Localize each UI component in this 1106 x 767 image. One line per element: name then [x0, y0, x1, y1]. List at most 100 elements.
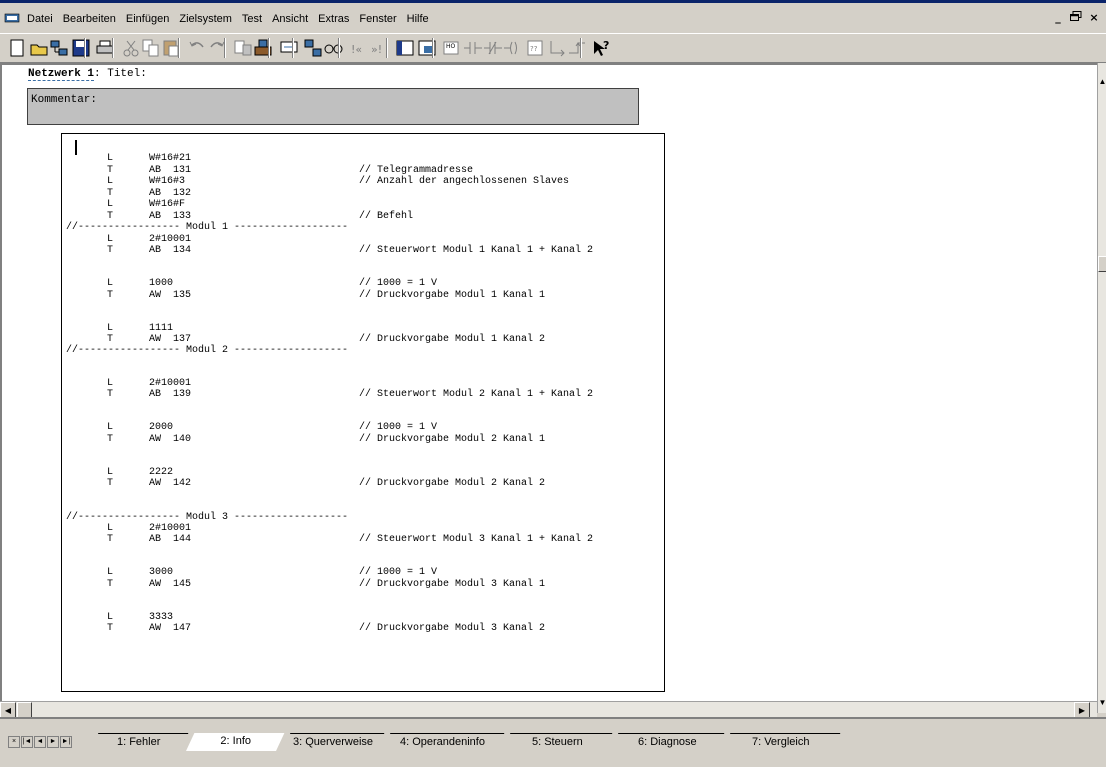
tab-fehler[interactable]: 1: Fehler	[90, 733, 189, 751]
box-icon[interactable]: ??	[524, 37, 546, 59]
undo-icon[interactable]	[186, 37, 208, 59]
code-line[interactable]: L 2#10001	[62, 234, 666, 245]
glasses-icon[interactable]	[322, 37, 344, 59]
menu-einf-gen[interactable]: Einfügen	[121, 12, 174, 26]
code-line[interactable]: L W#16#F	[62, 199, 666, 210]
menu-datei[interactable]: Datei	[22, 12, 58, 26]
code-line[interactable]: L 2222	[62, 467, 666, 478]
line-comment: // 1000 = 1 V	[359, 278, 438, 289]
code-line[interactable]: T AW 140 // Druckvorgabe Modul 2 Kanal 1	[62, 434, 666, 445]
first-icon[interactable]: !«	[348, 37, 370, 59]
code-line[interactable]: L 3333	[62, 612, 666, 623]
code-line[interactable]: L W#16#21	[62, 153, 666, 164]
code-line[interactable]: L 2#10001	[62, 523, 666, 534]
scroll-down-icon[interactable]: ▼	[1098, 696, 1106, 710]
line-comment: // Anzahl der angechlossenen Slaves	[359, 176, 570, 187]
menu-hilfe[interactable]: Hilfe	[402, 12, 434, 26]
branch-open-icon[interactable]	[546, 37, 568, 59]
prev-tab-icon[interactable]: ◄	[34, 736, 46, 748]
upload-icon[interactable]	[252, 37, 274, 59]
overview-icon[interactable]	[394, 37, 416, 59]
close-pane-icon[interactable]: ×	[8, 736, 20, 748]
tab-label: 5: Steuern	[531, 736, 583, 748]
restore-icon[interactable]	[1068, 11, 1084, 25]
cut-icon[interactable]	[120, 37, 142, 59]
menu-zielsystem[interactable]: Zielsystem	[174, 12, 237, 26]
blank-line[interactable]	[62, 556, 666, 567]
code-line[interactable]: T AW 147 // Druckvorgabe Modul 3 Kanal 2	[62, 623, 666, 634]
separator-comment[interactable]: //----------------- Modul 2 ------------…	[62, 345, 666, 356]
tab-steuern[interactable]: 5: Steuern	[502, 733, 613, 751]
monitor-icon[interactable]	[278, 37, 300, 59]
code-line[interactable]: L 3000 // 1000 = 1 V	[62, 567, 666, 578]
tab-querverweise[interactable]: 3: Querverweise	[282, 733, 385, 751]
menu-ansicht[interactable]: Ansicht	[267, 12, 313, 26]
menu-extras[interactable]: Extras	[313, 12, 354, 26]
code-line[interactable]: L 2000 // 1000 = 1 V	[62, 422, 666, 433]
hscroll-thumb[interactable]	[17, 702, 32, 718]
vertical-scrollbar[interactable]: ▲ ▼	[1097, 63, 1106, 713]
code-line[interactable]: T AB 131 // Telegrammadresse	[62, 165, 666, 176]
download-icon[interactable]	[232, 37, 254, 59]
menu-test[interactable]: Test	[237, 12, 267, 26]
operand: AB 132	[149, 188, 192, 199]
blank-line[interactable]	[62, 311, 666, 322]
code-line[interactable]: T AB 139 // Steuerwort Modul 2 Kanal 1 + K…	[62, 389, 666, 400]
network-label[interactable]: Netzwerk 1	[28, 68, 95, 81]
tab-operandeninfo[interactable]: 4: Operandeninfo	[382, 733, 505, 751]
zoom-icon[interactable]	[416, 37, 438, 59]
code-line[interactable]: L 1111	[62, 323, 666, 334]
help-icon[interactable]: ?	[590, 37, 612, 59]
tab-info[interactable]: 2: Info	[186, 733, 285, 751]
separator-comment[interactable]: //----------------- Modul 1 ------------…	[62, 222, 666, 233]
scroll-left-icon[interactable]: ◀	[0, 702, 16, 718]
horizontal-scrollbar[interactable]: ◀ ▶	[0, 701, 1097, 718]
contact-nc-icon[interactable]	[482, 37, 504, 59]
menu-fenster[interactable]: Fenster	[354, 12, 401, 26]
blank-line[interactable]	[62, 500, 666, 511]
coil-icon[interactable]	[502, 37, 524, 59]
new-icon[interactable]	[6, 37, 28, 59]
instruction: T	[107, 165, 114, 176]
save-icon[interactable]	[70, 37, 92, 59]
first-tab-icon[interactable]: |◄	[21, 736, 33, 748]
scroll-up-icon[interactable]: ▲	[1098, 75, 1106, 89]
ladder-icon[interactable]: HO	[440, 37, 462, 59]
menu-bearbeiten[interactable]: Bearbeiten	[58, 12, 121, 26]
blank-line[interactable]	[62, 366, 666, 377]
copy-icon[interactable]	[140, 37, 162, 59]
scroll-thumb[interactable]	[1098, 256, 1106, 272]
last-tab-icon[interactable]: ►|	[60, 736, 72, 748]
code-editor[interactable]: Netzwerk 1: Titel: Kommentar: L W#16#21 T A…	[0, 63, 1097, 701]
tab-vergleich[interactable]: 7: Vergleich	[722, 733, 841, 751]
blank-line[interactable]	[62, 600, 666, 611]
tab-label: 6: Diagnose	[637, 736, 697, 748]
separator-comment[interactable]: //----------------- Modul 3 ------------…	[62, 512, 666, 523]
accessible-nodes-icon[interactable]	[48, 37, 70, 59]
code-line[interactable]: L W#16#3 // Anzahl der angechlossenen Slav…	[62, 176, 666, 187]
code-line[interactable]: L 2#10001	[62, 378, 666, 389]
code-line[interactable]: T AB 134 // Steuerwort Modul 1 Kanal 1 + K…	[62, 245, 666, 256]
code-line[interactable]: T AW 137 // Druckvorgabe Modul 1 Kanal 2	[62, 334, 666, 345]
code-line[interactable]: T AW 145 // Druckvorgabe Modul 3 Kanal 1	[62, 579, 666, 590]
minimize-icon[interactable]: _	[1050, 11, 1066, 25]
scroll-right-icon[interactable]: ▶	[1074, 702, 1090, 718]
code-line[interactable]: T AW 142 // Druckvorgabe Modul 2 Kanal 2	[62, 478, 666, 489]
code-line[interactable]: L 1000 // 1000 = 1 V	[62, 278, 666, 289]
code-line[interactable]: T AW 135 // Druckvorgabe Modul 1 Kanal 1	[62, 290, 666, 301]
blank-line[interactable]	[62, 455, 666, 466]
blank-line[interactable]	[62, 411, 666, 422]
blank-line[interactable]	[62, 267, 666, 278]
close-icon[interactable]: ×	[1086, 11, 1102, 25]
branch-close-icon[interactable]	[566, 37, 588, 59]
tab-diagnose[interactable]: 6: Diagnose	[610, 733, 725, 751]
code-line[interactable]: T AB 132	[62, 188, 666, 199]
comment-box[interactable]: Kommentar:	[27, 88, 639, 125]
code-box[interactable]: L W#16#21 T AB 131 // Telegrammadresse L W#16#…	[61, 133, 665, 692]
network-icon[interactable]	[302, 37, 324, 59]
open-icon[interactable]	[28, 37, 50, 59]
code-line[interactable]: T AB 133 // Befehl	[62, 211, 666, 222]
code-line[interactable]: T AB 144 // Steuerwort Modul 3 Kanal 1 + K…	[62, 534, 666, 545]
contact-no-icon[interactable]	[462, 37, 484, 59]
next-tab-icon[interactable]: ►	[47, 736, 59, 748]
